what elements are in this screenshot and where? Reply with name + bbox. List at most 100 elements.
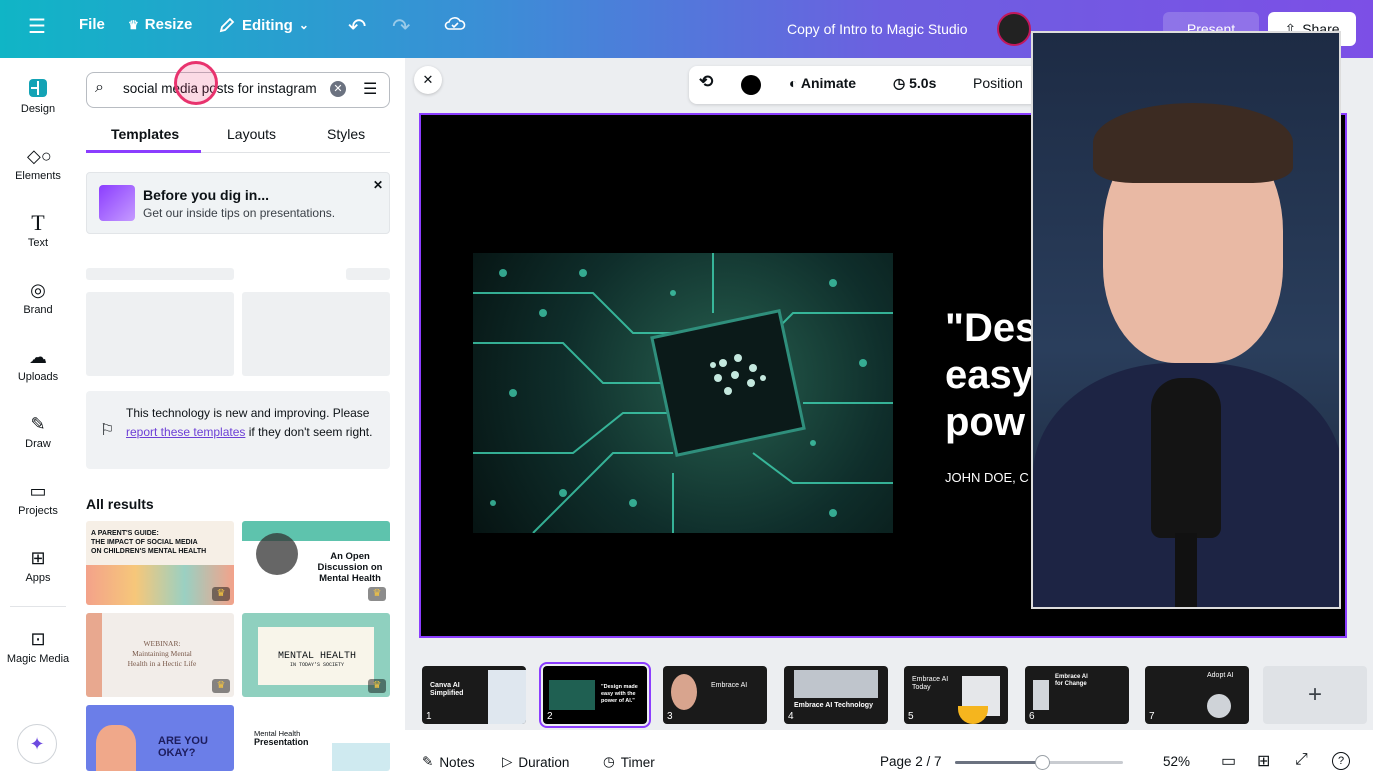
rail-item-brand[interactable]: ◎ Brand [0, 279, 76, 316]
template-result[interactable]: WEBINAR: Maintaining Mental Health in a … [86, 613, 234, 697]
add-page-button[interactable]: + [1263, 666, 1367, 724]
position-button[interactable]: Position [973, 75, 1023, 91]
loading-skeleton [242, 292, 390, 376]
search-box: ⌕ ✕ ☰ [86, 72, 390, 108]
animate-icon: ◐ [789, 75, 801, 91]
circuit-board-image[interactable] [473, 253, 893, 533]
cursor-highlight [174, 61, 218, 105]
uploads-icon: ☁ [29, 347, 47, 367]
footer-bar: ✎ Notes ▷ Duration ◷ Timer Page 2 / 7 52% ▭… [405, 748, 1373, 771]
duration-button[interactable]: ◷ 5.0s [893, 75, 936, 92]
template-result[interactable]: Mental Health Presentation [242, 705, 390, 771]
illustration [256, 533, 298, 575]
side-panel: ⌕ ✕ ☰ Templates Layouts Styles Before yo… [76, 58, 405, 771]
clock-icon: ◷ [893, 75, 910, 91]
magic-media-icon: ⊡ [30, 629, 46, 649]
slide-attribution[interactable]: JOHN DOE, C [945, 470, 1029, 485]
close-icon[interactable]: ✕ [373, 178, 383, 192]
resize-button[interactable]: ♛ Resize [128, 16, 192, 33]
rail-item-draw[interactable]: ✎ Draw [0, 413, 76, 450]
apps-icon: ⊞ [30, 548, 46, 568]
magic-sparkle-button[interactable]: ✦ [17, 724, 57, 764]
page-thumb-6[interactable]: Embrace AI for Change 6 [1025, 666, 1129, 724]
microphone-stand [1175, 533, 1197, 607]
left-rail: Design ◇○ Elements T Text ◎ Brand ☁ Uplo… [0, 58, 77, 771]
tip-banner[interactable]: Before you dig in... Get our inside tips… [86, 172, 390, 234]
tab-styles[interactable]: Styles [327, 126, 365, 142]
microphone [1151, 378, 1221, 538]
page-view-icon[interactable]: ▭ [1221, 751, 1236, 771]
page-thumb-3[interactable]: Embrace AI 3 [663, 666, 767, 724]
elements-icon: ◇○ [27, 146, 52, 166]
undo-icon[interactable]: ↶ [348, 14, 366, 40]
magic-edit-icon[interactable]: ⟲ [699, 72, 713, 92]
crown-icon: ♛ [212, 679, 230, 693]
crown-icon: ♛ [212, 587, 230, 601]
slide-quote[interactable]: "Des easy pow [945, 305, 1037, 446]
animate-button[interactable]: ◐ Animate [789, 75, 856, 91]
page-thumb-4[interactable]: Embrace AI Technology 4 [784, 666, 888, 724]
clear-search-icon[interactable]: ✕ [330, 81, 346, 97]
page-indicator[interactable]: Page 2 / 7 [880, 754, 942, 769]
rail-item-design[interactable]: Design [0, 78, 76, 115]
grid-view-icon[interactable]: ⊞ [1257, 751, 1270, 771]
zoom-slider-fill [955, 761, 1042, 764]
cloud-saved-icon[interactable] [444, 14, 466, 38]
rail-item-uploads[interactable]: ☁ Uploads [0, 346, 76, 383]
editing-mode-button[interactable]: Editing ⌄ [218, 16, 309, 34]
loading-skeleton [346, 268, 390, 280]
help-icon[interactable]: ? [1332, 752, 1350, 770]
design-icon [27, 78, 49, 100]
webcam-overlay [1031, 31, 1341, 609]
avatar[interactable] [997, 12, 1031, 46]
presentation-tip-icon [99, 185, 135, 221]
illustration [332, 743, 390, 771]
draw-icon: ✎ [30, 414, 46, 434]
canvas-toolbar: ⟲ ◐ Animate ◷ 5.0s Position [689, 66, 1039, 104]
document-title[interactable]: Copy of Intro to Magic Studio [787, 21, 968, 37]
timer-icon: ◷ [603, 754, 615, 769]
page-thumb-2[interactable]: "Design made easy with the power of AI."… [539, 662, 651, 728]
page-thumb-1[interactable]: Canva AI Simplified 1 [422, 666, 526, 724]
page-strip: Canva AI Simplified 1 "Design made easy … [405, 658, 1373, 730]
rail-item-text[interactable]: T Text [0, 212, 76, 250]
active-tab-indicator [86, 150, 201, 153]
crown-icon: ♛ [368, 587, 386, 601]
notes-button[interactable]: ✎ Notes [422, 754, 475, 770]
zoom-slider-track[interactable] [955, 755, 1123, 770]
rail-item-elements[interactable]: ◇○ Elements [0, 145, 76, 182]
template-result[interactable]: ARE YOU OKAY? [86, 705, 234, 771]
template-result[interactable]: MENTAL HEALTH IN TODAY'S SOCIETY ♛ [242, 613, 390, 697]
close-panel-icon[interactable]: ✕ [414, 66, 442, 94]
hamburger-menu-icon[interactable]: ☰ [28, 14, 46, 39]
play-icon: ▷ [502, 754, 513, 769]
page-thumb-7[interactable]: Adopt AI 7 [1145, 666, 1249, 724]
color-swatch[interactable] [741, 75, 761, 95]
tab-templates[interactable]: Templates [111, 126, 179, 142]
file-menu[interactable]: File [79, 16, 105, 33]
timer-button[interactable]: ◷ Timer [603, 754, 655, 770]
tip-title: Before you dig in... [143, 187, 270, 203]
rail-divider [10, 606, 66, 607]
tab-layouts[interactable]: Layouts [227, 126, 276, 142]
template-result[interactable]: A PARENT'S GUIDE: THE IMPACT OF SOCIAL M… [86, 521, 234, 605]
fullscreen-icon[interactable]: ⤢ [1295, 751, 1308, 769]
zoom-slider-handle[interactable] [1035, 755, 1050, 770]
notes-icon: ✎ [422, 754, 434, 769]
filter-icon[interactable]: ☰ [363, 79, 377, 99]
zoom-level[interactable]: 52% [1163, 754, 1190, 769]
projects-icon: ▭ [29, 481, 47, 501]
redo-icon[interactable]: ↷ [392, 14, 410, 40]
duration-footer-button[interactable]: ▷ Duration [502, 754, 569, 770]
illustration [96, 725, 136, 771]
chevron-down-icon: ⌄ [298, 18, 309, 32]
report-templates-link[interactable]: report these templates [126, 425, 245, 439]
panel-tabs: Templates Layouts Styles [86, 124, 390, 153]
page-thumb-5[interactable]: Embrace AI Today 5 [904, 666, 1008, 724]
rail-item-magic-media[interactable]: ⊡ Magic Media [0, 628, 76, 665]
results-heading: All results [86, 496, 154, 512]
search-input[interactable] [123, 81, 323, 96]
rail-item-apps[interactable]: ⊞ Apps [0, 547, 76, 584]
rail-item-projects[interactable]: ▭ Projects [0, 480, 76, 517]
template-result[interactable]: An Open Discussion on Mental Health ♛ [242, 521, 390, 605]
